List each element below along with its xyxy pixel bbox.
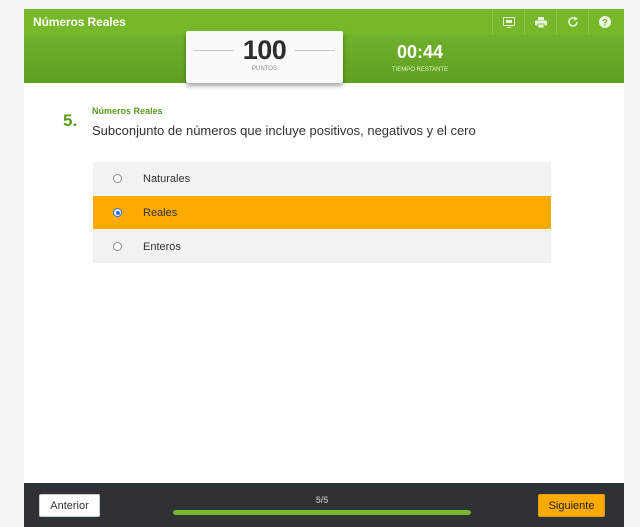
footer-bar: Anterior 5/5 Siguiente	[24, 483, 624, 527]
refresh-button[interactable]	[556, 9, 588, 35]
score-value: 100	[242, 35, 287, 65]
progress-bar	[173, 510, 471, 515]
help-button[interactable]: ?	[588, 9, 620, 35]
answer-option[interactable]: Enteros	[93, 230, 551, 264]
svg-text:?: ?	[602, 17, 608, 27]
score-card: 100 PUNTOS	[186, 31, 343, 83]
answer-label: Enteros	[143, 240, 181, 253]
print-icon	[534, 16, 547, 28]
answer-list: Naturales Reales Enteros	[93, 162, 551, 264]
question-category: Números Reales	[92, 106, 163, 116]
radio-button[interactable]	[113, 242, 122, 251]
app-title: Números Reales	[33, 15, 126, 29]
progress-fill	[173, 510, 471, 515]
answer-option[interactable]: Reales	[93, 196, 551, 230]
next-button[interactable]: Siguiente	[538, 494, 605, 517]
answer-option[interactable]: Naturales	[93, 162, 551, 196]
timer-label: TIEMPO RESTANTE	[391, 67, 449, 73]
slideshow-button[interactable]	[492, 9, 524, 35]
answer-label: Reales	[143, 206, 178, 219]
answer-label: Naturales	[143, 172, 191, 185]
question-text: Subconjunto de números que incluye posit…	[92, 123, 476, 138]
slideshow-icon	[502, 16, 515, 28]
progress-counter: 5/5	[315, 495, 329, 505]
radio-button[interactable]	[113, 208, 122, 217]
radio-button[interactable]	[113, 174, 122, 183]
quiz-window: Números Reales ? 100 PUNTOS 00:44 TIEMPO…	[24, 9, 624, 527]
question-number: 5.	[63, 111, 78, 130]
print-button[interactable]	[524, 9, 556, 35]
previous-button[interactable]: Anterior	[39, 494, 100, 517]
score-label: PUNTOS	[252, 66, 277, 72]
help-icon: ?	[598, 16, 611, 28]
timer-value: 00:44	[396, 42, 444, 62]
refresh-icon	[567, 16, 579, 28]
